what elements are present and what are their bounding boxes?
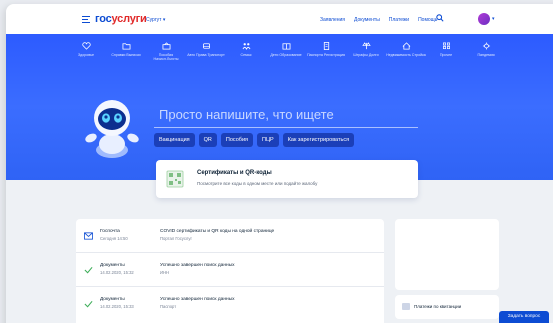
side-widget <box>395 219 499 290</box>
quick-chips: Вакцинация QR Пособия ПЦР Как зарегистри… <box>154 133 355 147</box>
category-label: Пандемия <box>477 53 495 57</box>
item-date: 14.02.2020, 15:33 <box>100 304 134 309</box>
gosuslugi-logo[interactable]: госуслуги <box>95 13 147 25</box>
nav-documents[interactable]: Документы <box>354 17 380 23</box>
category-auto[interactable]: Авто Права Транспорт <box>186 42 226 61</box>
item-type: Документы <box>100 263 125 268</box>
item-message: Успешно завершен поиск данных <box>160 297 235 302</box>
category-label: Прочее <box>439 53 453 57</box>
item-date: 14.02.2020, 15:32 <box>100 270 134 275</box>
search-input[interactable]: Просто напишите, что ищете <box>154 104 418 128</box>
top-nav: Заявления Документы Платежи Помощь <box>320 17 437 23</box>
grid-icon <box>442 42 450 50</box>
item-source: Портал Госуслуг <box>160 236 192 241</box>
chip-how-to-register[interactable]: Как зарегистрироваться <box>282 133 355 147</box>
category-education[interactable]: Дети Образование <box>266 42 306 61</box>
category-label: Дети Образование <box>270 53 302 57</box>
category-other[interactable]: Прочее <box>426 42 466 61</box>
folder-icon <box>122 43 130 50</box>
category-label: Здоровье <box>77 53 95 57</box>
category-health[interactable]: Здоровье <box>66 42 106 61</box>
list-item[interactable]: Документы 14.02.2020, 15:32 Успешно заве… <box>76 253 384 287</box>
chip-qr[interactable]: QR <box>198 133 217 147</box>
list-item[interactable]: Госпочта Сегодня 14:50 COVID сертификаты… <box>76 219 384 253</box>
category-label: Семья <box>240 53 252 57</box>
certificates-title: Сертификаты и QR-коды <box>197 170 272 176</box>
item-message: Успешно завершен поиск данных <box>160 263 235 268</box>
passport-icon <box>323 42 329 50</box>
check-icon <box>84 300 93 308</box>
item-message: COVID сертификаты и QR коды на одной стр… <box>160 229 275 234</box>
category-label: Авто Права Транспорт <box>187 53 225 57</box>
receipt-icon <box>402 303 410 310</box>
robot-assistant-icon[interactable] <box>82 94 142 158</box>
receipt-label: Платежи по квитанции <box>414 304 462 309</box>
notifications-feed: Госпочта Сегодня 14:50 COVID сертификаты… <box>76 219 384 323</box>
logo-part-uslugi: услуги <box>111 13 147 25</box>
category-label: Штрафы Долги <box>353 53 379 57</box>
house-icon <box>402 42 410 50</box>
category-label: Недвижимость Стройка <box>386 53 426 57</box>
category-label: Паспорта Регистрация <box>307 53 345 57</box>
chip-benefits[interactable]: Пособия <box>220 133 253 147</box>
list-item[interactable]: Документы 14.02.2020, 15:33 Успешно заве… <box>76 287 384 321</box>
wallet-icon <box>162 42 170 50</box>
top-header: госуслуги Сургут ▾ Заявления Документы П… <box>6 4 553 34</box>
check-icon <box>84 266 93 274</box>
logo-part-gos: гос <box>95 13 112 25</box>
chip-pcr[interactable]: ПЦР <box>257 133 279 147</box>
nav-help[interactable]: Помощь <box>418 17 437 23</box>
category-benefits[interactable]: Пособия Начисл.Льготы <box>146 42 186 61</box>
virus-icon <box>482 42 490 50</box>
search-icon[interactable] <box>436 14 444 22</box>
item-source: ИНН <box>160 270 170 275</box>
category-label: Пособия Начисл.Льготы <box>153 53 179 61</box>
book-icon <box>282 43 290 50</box>
menu-icon[interactable] <box>82 16 90 23</box>
nav-applications[interactable]: Заявления <box>320 17 345 23</box>
category-pandemic[interactable]: Пандемия <box>466 42 506 61</box>
hero-section: Здоровье Справки Выписки Пособия Начисл.… <box>6 34 553 180</box>
browser-window: госуслуги Сургут ▾ Заявления Документы П… <box>6 4 553 323</box>
certificates-card[interactable]: Сертификаты и QR-коды Посмотрите все код… <box>156 160 418 198</box>
nav-payments[interactable]: Платежи <box>389 17 409 23</box>
category-passports[interactable]: Паспорта Регистрация <box>306 42 346 61</box>
qr-certificate-icon <box>166 170 184 188</box>
category-certificates[interactable]: Справки Выписки <box>106 42 146 61</box>
category-fines[interactable]: Штрафы Долги <box>346 42 386 61</box>
item-type: Госпочта <box>100 229 120 234</box>
chip-vaccination[interactable]: Вакцинация <box>154 133 195 147</box>
avatar[interactable] <box>478 13 490 25</box>
category-family[interactable]: Семья <box>226 42 266 61</box>
region-label: Сургут <box>146 17 162 23</box>
chevron-down-icon[interactable]: ▾ <box>492 16 495 22</box>
family-icon <box>242 43 250 50</box>
receipt-payments-link[interactable]: Платежи по квитанции <box>395 295 499 319</box>
heart-icon <box>81 42 91 50</box>
car-icon <box>202 43 210 49</box>
category-bar: Здоровье Справки Выписки Пособия Начисл.… <box>66 42 506 61</box>
category-label: Справки Выписки <box>111 53 141 57</box>
scales-icon <box>361 42 371 50</box>
certificates-subtitle: Посмотрите все коды в одном месте или по… <box>197 181 318 186</box>
item-source: Паспорт <box>160 304 177 309</box>
mail-icon <box>84 232 93 240</box>
item-type: Документы <box>100 297 125 302</box>
search-placeholder: Просто напишите, что ищете <box>159 107 334 122</box>
ask-question-button[interactable]: Задать вопрос <box>499 311 549 323</box>
item-date: Сегодня 14:50 <box>100 236 128 241</box>
region-selector[interactable]: Сургут ▾ <box>146 17 165 23</box>
category-realty[interactable]: Недвижимость Стройка <box>386 42 426 61</box>
